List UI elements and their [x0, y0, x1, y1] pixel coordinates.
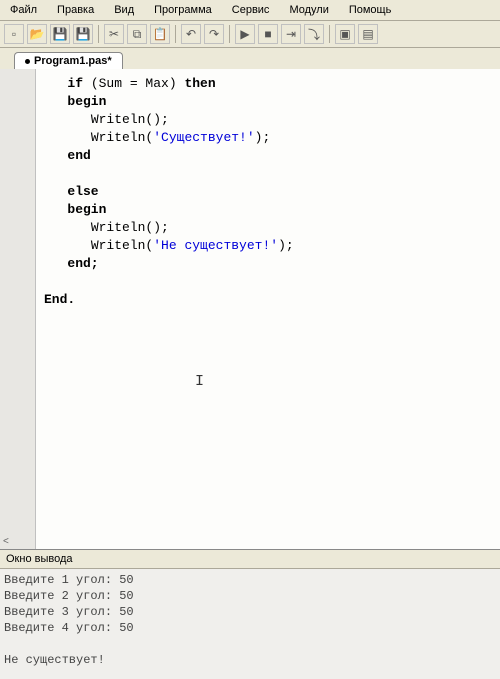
menu-help[interactable]: Помощь	[343, 2, 398, 18]
step-over-icon[interactable]: ⤵	[304, 24, 324, 44]
output-panel[interactable]: Введите 1 угол: 50 Введите 2 угол: 50 Вв…	[0, 569, 500, 679]
stop-icon[interactable]: ■	[258, 24, 278, 44]
cut-icon[interactable]: ✂	[104, 24, 124, 44]
output-line: Введите 1 угол: 50	[4, 573, 134, 587]
save-icon[interactable]: 💾	[50, 24, 70, 44]
menu-bar: Файл Правка Вид Программа Сервис Модули …	[0, 0, 500, 21]
output-line: Не существует!	[4, 653, 105, 667]
separator	[329, 25, 330, 43]
new-file-icon[interactable]: ▫	[4, 24, 24, 44]
save-all-icon[interactable]: 💾	[73, 24, 93, 44]
menu-service[interactable]: Сервис	[226, 2, 276, 18]
file-tab[interactable]: Program1.pas*	[14, 52, 123, 69]
run-icon[interactable]: ▶	[235, 24, 255, 44]
separator	[98, 25, 99, 43]
menu-edit[interactable]: Правка	[51, 2, 100, 18]
editor-area: if (Sum = Max) then begin Writeln(); Wri…	[0, 69, 500, 549]
copy-icon[interactable]: ⧉	[127, 24, 147, 44]
text-cursor-icon: I	[195, 373, 204, 390]
step-icon[interactable]: ⇥	[281, 24, 301, 44]
output-panel-title: Окно вывода	[0, 549, 500, 569]
undo-icon[interactable]: ↶	[181, 24, 201, 44]
code-editor[interactable]: if (Sum = Max) then begin Writeln(); Wri…	[36, 69, 500, 549]
tab-label: Program1.pas*	[34, 55, 112, 67]
open-file-icon[interactable]: 📂	[27, 24, 47, 44]
scroll-left-icon[interactable]: <	[3, 536, 9, 547]
output-line: Введите 2 угол: 50	[4, 589, 134, 603]
menu-view[interactable]: Вид	[108, 2, 140, 18]
output-line: Введите 4 угол: 50	[4, 621, 134, 635]
menu-program[interactable]: Программа	[148, 2, 218, 18]
menu-modules[interactable]: Модули	[283, 2, 334, 18]
layout-icon[interactable]: ▤	[358, 24, 378, 44]
menu-file[interactable]: Файл	[4, 2, 43, 18]
separator	[229, 25, 230, 43]
line-gutter	[0, 69, 36, 549]
redo-icon[interactable]: ↷	[204, 24, 224, 44]
paste-icon[interactable]: 📋	[150, 24, 170, 44]
window-icon[interactable]: ▣	[335, 24, 355, 44]
separator	[175, 25, 176, 43]
output-line: Введите 3 угол: 50	[4, 605, 134, 619]
toolbar: ▫ 📂 💾 💾 ✂ ⧉ 📋 ↶ ↷ ▶ ■ ⇥ ⤵ ▣ ▤	[0, 21, 500, 48]
tab-row: Program1.pas*	[0, 48, 500, 69]
modified-dot-icon	[25, 59, 30, 64]
